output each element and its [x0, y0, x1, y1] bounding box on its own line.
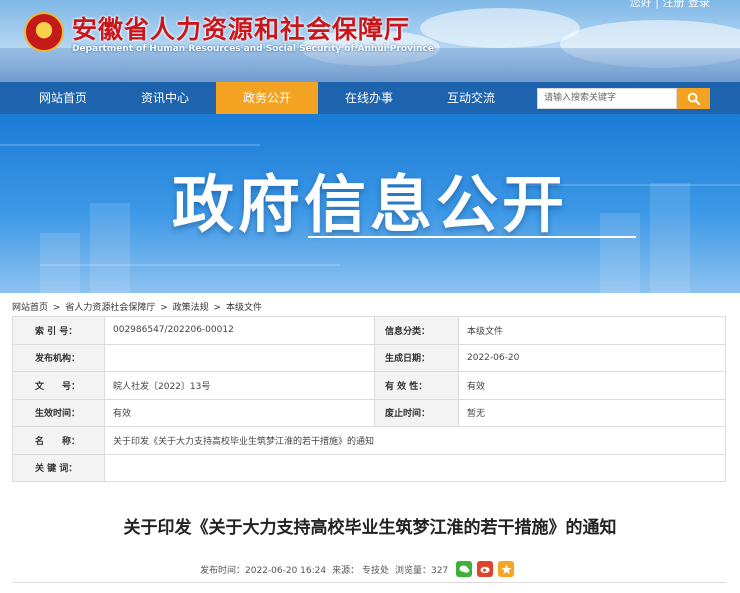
category-value: 本级文件 [458, 316, 726, 345]
divider [12, 582, 726, 583]
wechat-glyph [459, 564, 470, 573]
index-value: 002986547/202206-00012 [104, 316, 375, 345]
weibo-share-icon[interactable] [477, 561, 494, 577]
view-count: 浏览量：327 [394, 565, 449, 576]
effective-value: 有效 [104, 398, 375, 427]
name-value: 关于印发《关于大力支持高校毕业生筑梦江淮的若干措施》的通知 [104, 426, 726, 455]
name-label: 名 称： [12, 426, 105, 455]
top-login-links[interactable]: 您好 | 注册 登录 [630, 0, 710, 10]
banner-decoration [40, 264, 340, 266]
docno-label: 文 号： [12, 371, 105, 400]
gov-info-banner: 政府信息公开 [0, 114, 740, 293]
banner-underline [308, 236, 636, 238]
docno-value: 皖人社发〔2022〕13号 [104, 371, 375, 400]
banner-decoration [0, 144, 260, 146]
main-nav: 网站首页 资讯中心 政务公开 在线办事 互动交流 请输入搜索关键字 [0, 82, 740, 114]
keywords-value [104, 453, 726, 482]
validity-label: 有 效 性： [374, 371, 459, 400]
site-header: 安徽省人力资源和社会保障厅 Department of Human Resour… [0, 0, 740, 82]
breadcrumb-separator: > [160, 303, 168, 313]
search-input[interactable]: 请输入搜索关键字 [537, 88, 677, 109]
star-glyph [501, 563, 512, 574]
breadcrumb-current[interactable]: 本级文件 [226, 303, 262, 313]
article-source: 来源： 专技处 [332, 565, 389, 576]
meta-row: 关 键 词： [12, 453, 726, 482]
meta-row: 名 称： 关于印发《关于大力支持高校毕业生筑梦江淮的若干措施》的通知 [12, 426, 726, 455]
article-title: 关于印发《关于大力支持高校毕业生筑梦江淮的若干措施》的通知 [123, 518, 617, 538]
search-icon [687, 92, 700, 105]
publisher-value [104, 343, 375, 372]
meta-row: 发布机构： 生成日期： 2022-06-20 [12, 343, 726, 372]
nav-item-online-service[interactable]: 在线办事 [318, 82, 420, 114]
breadcrumb-separator: > [213, 303, 222, 313]
wechat-share-icon[interactable] [456, 561, 473, 577]
nav-item-interaction[interactable]: 互动交流 [420, 82, 522, 114]
nav-item-home[interactable]: 网站首页 [12, 82, 114, 114]
keywords-label: 关 键 词： [12, 453, 105, 482]
date-value: 2022-06-20 [458, 343, 726, 372]
qzone-share-icon[interactable] [498, 561, 515, 577]
breadcrumb-separator: > [52, 303, 61, 313]
header-cloud [420, 8, 580, 48]
publish-time: 发布时间：2022-06-20 16:24 [200, 565, 327, 576]
meta-row: 索 引 号： 002986547/202206-00012 信息分类： 本级文件 [12, 316, 726, 345]
national-emblem-icon [24, 12, 64, 52]
weibo-glyph [480, 566, 490, 574]
search-button[interactable] [677, 88, 710, 109]
nav-item-news[interactable]: 资讯中心 [114, 82, 216, 114]
article-meta: 发布时间：2022-06-20 16:24 来源： 专技处 浏览量：327 [200, 561, 515, 577]
nav-item-gov-affairs[interactable]: 政务公开 [216, 82, 318, 114]
publisher-label: 发布机构： [12, 343, 105, 372]
date-label: 生成日期： [374, 343, 459, 372]
expiry-label: 废止时间： [374, 398, 459, 427]
meta-row: 生效时间： 有效 废止时间： 暂无 [12, 398, 726, 427]
category-label: 信息分类： [374, 316, 459, 345]
breadcrumb-policy[interactable]: 政策法规 [173, 303, 209, 313]
breadcrumb-department[interactable]: 省人力资源社会保障厅 [65, 303, 155, 313]
breadcrumb-home[interactable]: 网站首页 [12, 303, 48, 313]
index-label: 索 引 号： [12, 316, 105, 345]
expiry-value: 暂无 [458, 398, 726, 427]
document-meta-table: 索 引 号： 002986547/202206-00012 信息分类： 本级文件… [12, 316, 726, 482]
meta-row: 文 号： 皖人社发〔2022〕13号 有 效 性： 有效 [12, 371, 726, 400]
validity-value: 有效 [458, 371, 726, 400]
effective-label: 生效时间： [12, 398, 105, 427]
site-subtitle: Department of Human Resources and Social… [72, 44, 434, 54]
banner-title: 政府信息公开 [171, 168, 568, 241]
site-title: 安徽省人力资源和社会保障厅 [72, 15, 411, 44]
breadcrumb: 网站首页 > 省人力资源社会保障厅 > 政策法规 > 本级文件 [12, 300, 264, 313]
